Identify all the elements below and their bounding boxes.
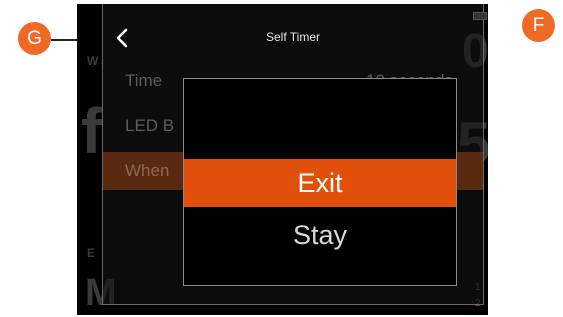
exit-option[interactable]: Exit bbox=[184, 159, 456, 207]
callout-g-marker: G bbox=[18, 22, 51, 55]
settings-row-label: LED B bbox=[125, 116, 175, 135]
settings-row-label: When bbox=[125, 161, 170, 180]
callout-f-marker: F bbox=[522, 9, 555, 42]
camera-screen: f 5 0 W E M 1 2 Self Timer Time 10 secon… bbox=[77, 4, 488, 315]
settings-row-label: Time bbox=[125, 71, 163, 90]
background-w-glyph: W bbox=[87, 54, 99, 68]
battery-icon bbox=[473, 12, 487, 20]
background-left-glyph: f bbox=[81, 95, 103, 167]
page-title: Self Timer bbox=[265, 30, 320, 44]
exit-stay-dialog: Exit Stay bbox=[183, 78, 457, 286]
stay-option[interactable]: Stay bbox=[184, 211, 456, 259]
background-e-glyph: E bbox=[87, 246, 96, 260]
